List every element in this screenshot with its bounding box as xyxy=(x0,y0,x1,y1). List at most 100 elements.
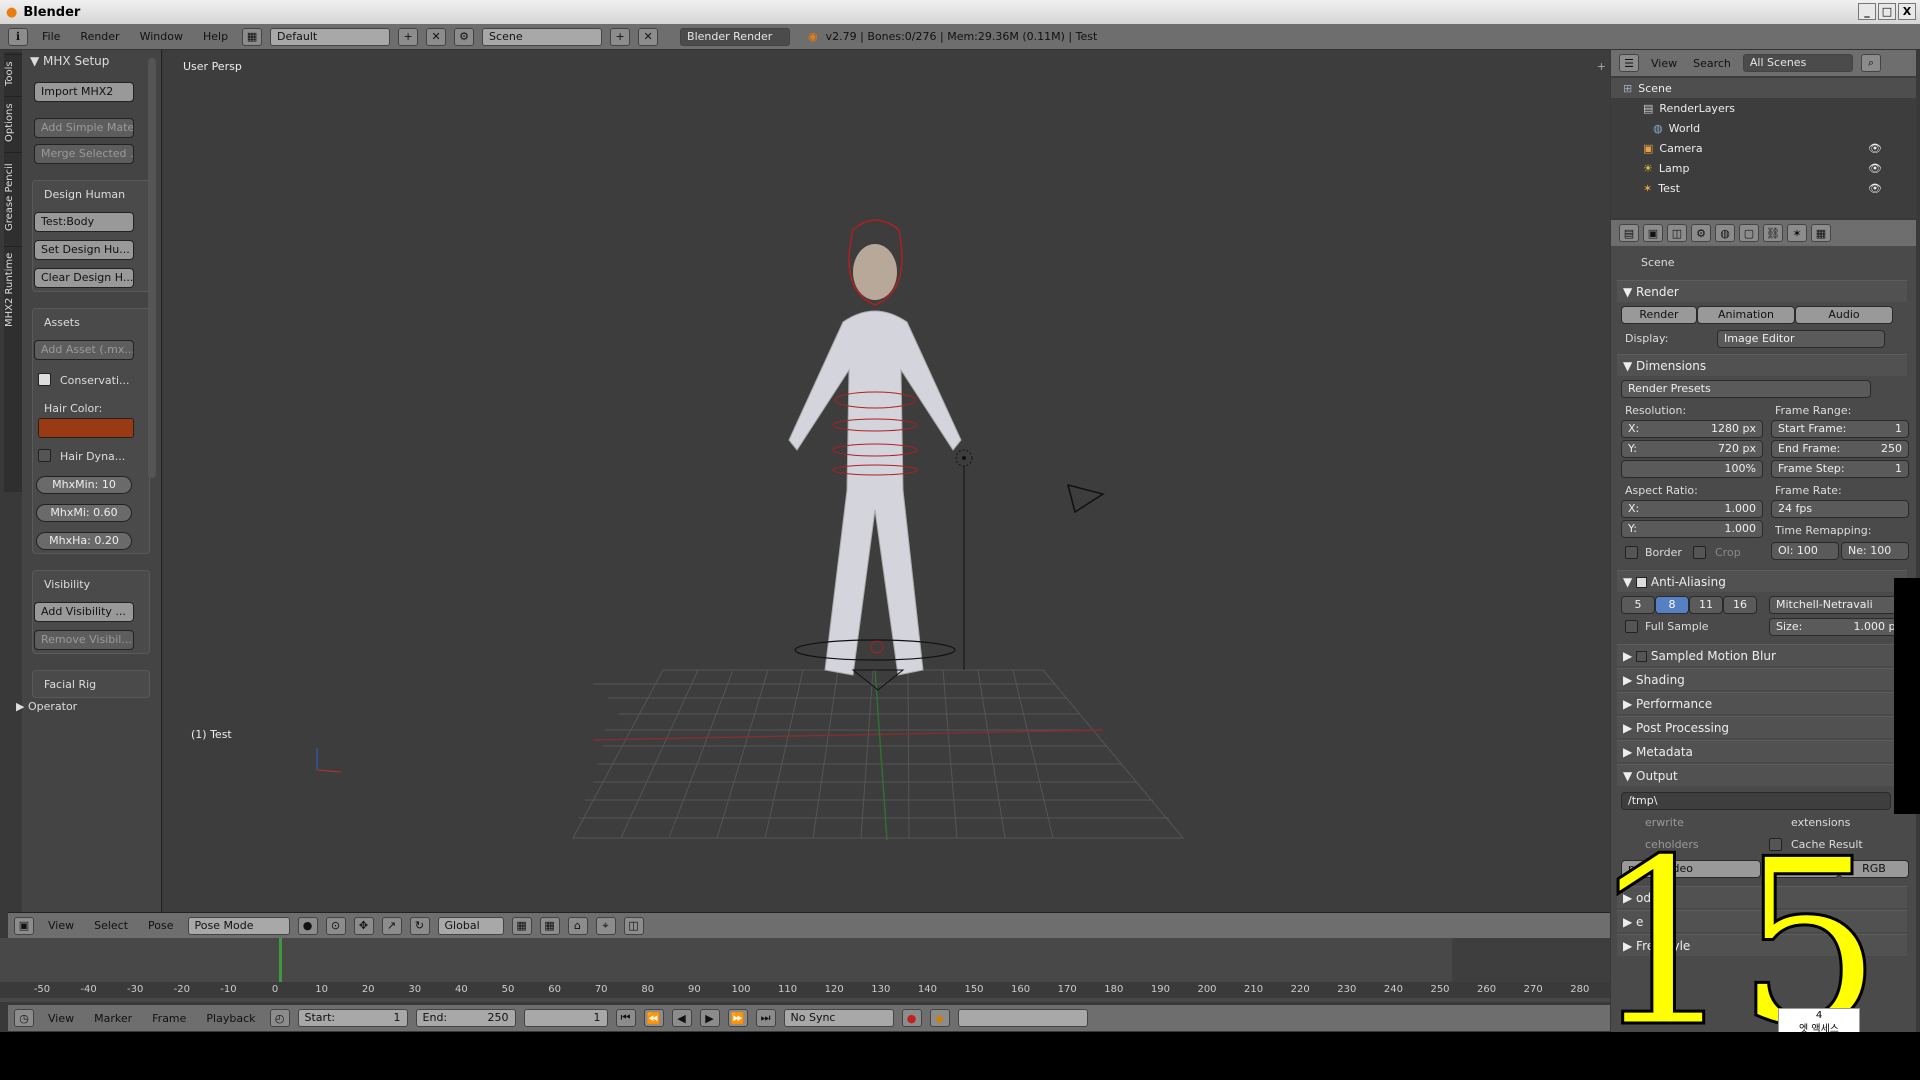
res-x-field[interactable]: X: 1280 px xyxy=(1621,420,1763,438)
outliner-editor-icon[interactable]: ☰ xyxy=(1619,54,1639,72)
toolshelf-scrollbar[interactable] xyxy=(148,58,156,478)
prev-key-icon[interactable]: ⏪ xyxy=(643,1009,664,1027)
mhx-setup-header[interactable]: ▼ MHX Setup xyxy=(30,54,109,68)
start-frame-prop[interactable]: Start Frame: 1 xyxy=(1771,420,1909,438)
close-button[interactable]: X xyxy=(1898,3,1916,20)
pivot-icon[interactable]: ⊙ xyxy=(325,916,346,935)
dimensions-panel-header[interactable]: ▼ Dimensions xyxy=(1617,354,1907,376)
aa-checkbox[interactable] xyxy=(1636,577,1648,588)
current-frame-line[interactable] xyxy=(279,938,282,982)
start-frame-field[interactable]: Start: 1 xyxy=(297,1009,408,1027)
res-y-field[interactable]: Y: 720 px xyxy=(1621,440,1763,458)
frame-step-prop[interactable]: Frame Step: 1 xyxy=(1771,460,1909,478)
outliner-filter-select[interactable]: All Scenes xyxy=(1742,54,1853,72)
add-scene-icon[interactable]: + xyxy=(610,27,631,46)
lock-icon[interactable]: ⌂ xyxy=(567,916,588,935)
hair-dynamics-checkbox[interactable] xyxy=(38,449,51,462)
timeline[interactable]: -50 -40 -30 -20 -10 0 10 20 30 40 50 60 70 80 90 100 110… xyxy=(0,938,1610,1002)
outliner-item-world[interactable]: ◍ World xyxy=(1611,118,1916,138)
scene-select[interactable]: Scene xyxy=(482,27,603,46)
scene-tab-icon[interactable]: ⚙ xyxy=(1691,224,1711,242)
menu-file[interactable]: File xyxy=(36,30,66,43)
minimize-button[interactable]: _ xyxy=(1858,3,1876,20)
display-select[interactable]: Image Editor xyxy=(1717,330,1885,348)
merge-selected-button[interactable]: Merge Selected ... xyxy=(34,144,134,164)
screen-layout-icon[interactable]: ▦ xyxy=(242,27,263,46)
aspect-x-field[interactable]: X: 1.000 xyxy=(1621,500,1763,518)
mhxha-field[interactable]: MhxHa: 0.20 xyxy=(36,532,132,550)
time-old-field[interactable]: Ol: 100 xyxy=(1771,542,1839,560)
timeline-editor-icon[interactable]: ◷ xyxy=(14,1009,34,1027)
import-mhx2-button[interactable]: Import MHX2 xyxy=(34,82,134,102)
motion-blur-panel-header[interactable]: ▶ Sampled Motion Blur xyxy=(1617,644,1907,666)
menu-pose[interactable]: Pose xyxy=(142,919,179,932)
tl-menu-marker[interactable]: Marker xyxy=(88,1012,138,1025)
res-percentage-field[interactable]: 100% xyxy=(1621,460,1763,478)
output-panel-header[interactable]: ▼ Output xyxy=(1617,764,1907,786)
menu-render[interactable]: Render xyxy=(74,30,125,43)
aspect-y-field[interactable]: Y: 1.000 xyxy=(1621,520,1763,538)
add-layout-icon[interactable]: + xyxy=(398,27,419,46)
body-button[interactable]: Test:Body xyxy=(34,212,134,232)
outliner-menu-search[interactable]: Search xyxy=(1689,57,1735,70)
time-new-field[interactable]: Ne: 100 xyxy=(1841,542,1909,560)
search-icon[interactable]: ⌕ xyxy=(1860,54,1881,72)
mhxmi-field[interactable]: MhxMi: 0.60 xyxy=(36,504,132,522)
preview-range-icon[interactable]: ◴ xyxy=(269,1009,290,1027)
set-design-human-button[interactable]: Set Design Hu... xyxy=(34,240,134,260)
crop-checkbox[interactable] xyxy=(1693,546,1706,559)
animation-button[interactable]: Animation xyxy=(1697,306,1795,324)
jump-start-icon[interactable]: ⏮ xyxy=(615,1009,636,1027)
render-preview-icon[interactable]: ◫ xyxy=(623,916,644,935)
post-processing-panel-header[interactable]: ▶ Post Processing xyxy=(1617,716,1907,738)
aa-filter-select[interactable]: Mitchell-Netravali xyxy=(1769,596,1909,614)
info-editor-icon[interactable]: ℹ xyxy=(8,27,28,46)
audio-button[interactable]: Audio xyxy=(1795,306,1893,324)
layers-icon[interactable]: ▦ xyxy=(511,916,532,935)
next-key-icon[interactable]: ⏩ xyxy=(727,1009,748,1027)
maximize-button[interactable]: □ xyxy=(1878,3,1896,20)
render-button[interactable]: Render xyxy=(1621,306,1697,324)
render-panel-header[interactable]: ▼ Render xyxy=(1617,280,1907,302)
play-reverse-icon[interactable]: ◀ xyxy=(671,1009,692,1027)
hair-color-swatch[interactable] xyxy=(38,418,134,438)
aa-sample-5[interactable]: 5 xyxy=(1621,596,1655,614)
3d-viewport[interactable]: User Persp (1) Test + xyxy=(163,50,1610,912)
menu-view[interactable]: View xyxy=(42,919,80,932)
tl-menu-playback[interactable]: Playback xyxy=(200,1012,261,1025)
tab-grease-pencil[interactable]: Grease Pencil xyxy=(4,152,22,242)
aa-size-field[interactable]: Size: 1.000 px xyxy=(1769,618,1909,636)
aa-sample-16[interactable]: 16 xyxy=(1723,596,1757,614)
outliner-item-scene[interactable]: ⊞ Scene xyxy=(1611,78,1916,98)
outliner-item-renderlayers[interactable]: ▤ RenderLayers xyxy=(1611,98,1916,118)
remove-layout-icon[interactable]: ✕ xyxy=(426,27,447,46)
keying-set-field[interactable] xyxy=(957,1009,1088,1027)
output-path-field[interactable]: /tmp\ xyxy=(1621,792,1891,810)
eye-icon[interactable]: 👁 xyxy=(1868,182,1882,195)
performance-panel-header[interactable]: ▶ Performance xyxy=(1617,692,1907,714)
remove-visibility-button[interactable]: Remove Visibil... xyxy=(34,630,134,650)
menu-window[interactable]: Window xyxy=(134,30,189,43)
keying-icon[interactable]: ◆ xyxy=(929,1009,950,1027)
scene-icon[interactable]: ⚙ xyxy=(454,27,475,46)
texture-tab-icon[interactable]: ▦ xyxy=(1811,224,1831,242)
data-tab-icon[interactable]: ✶ xyxy=(1787,224,1807,242)
clear-design-human-button[interactable]: Clear Design H... xyxy=(34,268,134,288)
add-asset-button[interactable]: Add Asset (.mx... xyxy=(34,340,134,360)
shading-panel-header[interactable]: ▶ Shading xyxy=(1617,668,1907,690)
aa-sample-8[interactable]: 8 xyxy=(1655,596,1689,614)
rotate-icon[interactable]: ↻ xyxy=(409,916,430,935)
layout-select[interactable]: Default xyxy=(270,27,391,46)
outliner-item-test[interactable]: ✶ Test 👁 xyxy=(1611,178,1916,198)
tl-menu-view[interactable]: View xyxy=(42,1012,80,1025)
eye-icon[interactable]: 👁 xyxy=(1868,142,1882,155)
outliner-item-camera[interactable]: ▣ Camera 👁 xyxy=(1611,138,1916,158)
remove-scene-icon[interactable]: ✕ xyxy=(638,27,659,46)
render-tab-icon[interactable]: ▣ xyxy=(1643,224,1663,242)
tab-options[interactable]: Options xyxy=(4,96,22,148)
render-engine-select[interactable]: Blender Render xyxy=(680,27,791,46)
tab-mhx2-runtime[interactable]: MHX2 Runtime xyxy=(4,246,22,332)
manipulator-icon[interactable]: ✥ xyxy=(353,916,374,935)
layers2-icon[interactable]: ▦ xyxy=(539,916,560,935)
viewport-plus-icon[interactable]: + xyxy=(1597,60,1606,73)
